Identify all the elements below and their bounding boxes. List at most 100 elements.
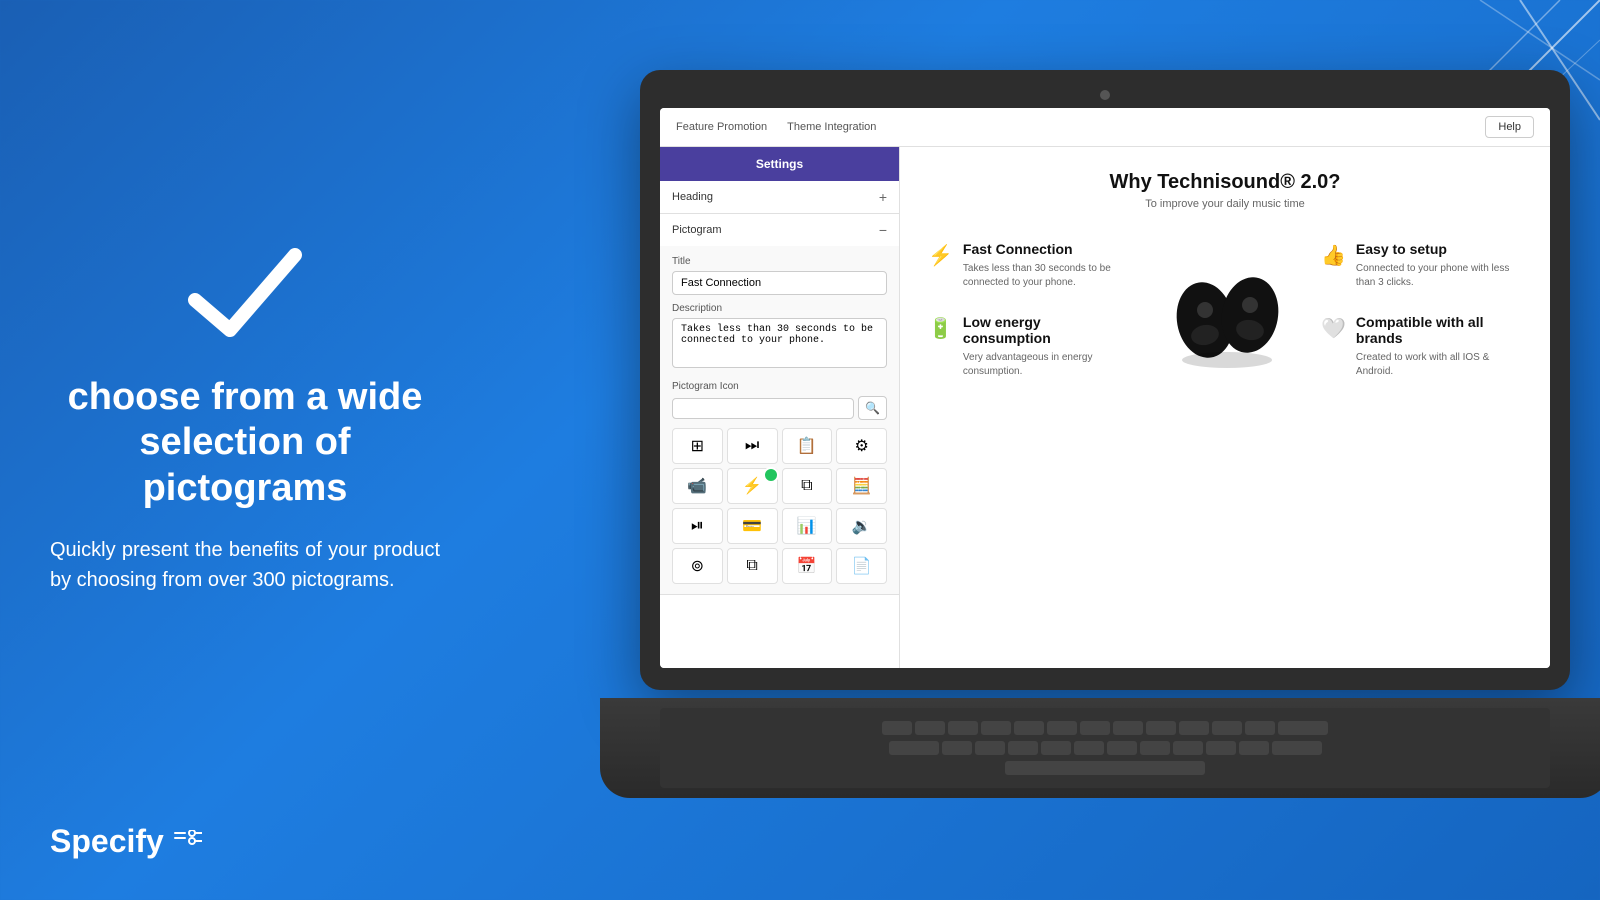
icon-cell-copy[interactable]: ⧉: [782, 468, 833, 504]
product-name: Why Technisound® 2.0?: [928, 171, 1522, 194]
key: [1206, 741, 1236, 755]
key: [1113, 721, 1143, 735]
icon-cell-settings[interactable]: ⚙: [836, 428, 887, 464]
feature-compatible: 🤍 Compatible with all brands Created to …: [1321, 314, 1522, 380]
key: [1278, 721, 1328, 735]
icon-cell-doc[interactable]: 📄: [836, 548, 887, 584]
key: [1140, 741, 1170, 755]
key-row-2: [670, 741, 1540, 755]
feature-fast-connection: ⚡ Fast Connection Takes less than 30 sec…: [928, 241, 1129, 290]
sub-text: Quickly present the benefits of your pro…: [50, 535, 440, 595]
laptop-base: [600, 698, 1600, 798]
logo-icon: [174, 830, 204, 854]
icon-search-row: 🔍: [672, 396, 887, 420]
app-body: Settings Heading + Pictogram: [660, 147, 1550, 668]
compatible-title: Compatible with all brands: [1356, 314, 1522, 348]
left-panel: choose from a wide selection of pictogra…: [0, 0, 490, 900]
nav-theme-integration[interactable]: Theme Integration: [787, 121, 876, 133]
logo-text: Specify: [50, 823, 164, 860]
icon-cell-clipboard[interactable]: 📋: [782, 428, 833, 464]
product-title: Why Technisound® 2.0? To improve your da…: [928, 171, 1522, 210]
key-row-1: [670, 721, 1540, 735]
icon-label: Pictogram Icon: [672, 381, 887, 392]
pictogram-section: Pictogram − Title Description Takes less…: [660, 214, 899, 595]
key: [889, 741, 939, 755]
compatible-icon: 🤍: [1321, 316, 1346, 341]
key: [1146, 721, 1176, 735]
laptop: Feature Promotion Theme Integration Help…: [640, 70, 1600, 890]
icon-cell-calendar[interactable]: 📅: [782, 548, 833, 584]
main-heading: choose from a wide selection of pictogra…: [50, 375, 440, 512]
nav-feature-promotion[interactable]: Feature Promotion: [676, 121, 767, 133]
key: [1173, 741, 1203, 755]
low-energy-text: Low energy consumption Very advantageous…: [963, 314, 1129, 380]
icon-cell-forward[interactable]: ⏭: [727, 428, 778, 464]
earbuds-svg: [1155, 240, 1295, 380]
low-energy-title: Low energy consumption: [963, 314, 1129, 348]
laptop-keyboard: [660, 708, 1550, 788]
laptop-bezel: Feature Promotion Theme Integration Help…: [640, 70, 1570, 690]
key: [1272, 741, 1322, 755]
description-textarea[interactable]: Takes less than 30 seconds to be connect…: [672, 318, 887, 368]
icon-cell-chart[interactable]: 📊: [782, 508, 833, 544]
fast-connection-text: Fast Connection Takes less than 30 secon…: [963, 241, 1129, 290]
key: [1212, 721, 1242, 735]
key: [948, 721, 978, 735]
app-header: Feature Promotion Theme Integration Help: [660, 108, 1550, 147]
help-button[interactable]: Help: [1485, 116, 1534, 138]
compatible-text: Compatible with all brands Created to wo…: [1356, 314, 1522, 380]
spacebar: [1005, 761, 1205, 775]
fast-connection-icon: ⚡: [928, 243, 953, 268]
low-energy-icon: 🔋: [928, 316, 953, 341]
features-left: ⚡ Fast Connection Takes less than 30 sec…: [928, 241, 1129, 379]
key: [1179, 721, 1209, 735]
app-content: Why Technisound® 2.0? To improve your da…: [900, 147, 1550, 668]
icon-cell-circle[interactable]: ⊚: [672, 548, 723, 584]
keyboard-rows: [660, 715, 1550, 781]
easy-setup-icon: 👍: [1321, 243, 1346, 268]
app-sidebar: Settings Heading + Pictogram: [660, 147, 900, 668]
heading-label: Heading: [672, 191, 713, 203]
laptop-screen: Feature Promotion Theme Integration Help…: [660, 108, 1550, 668]
icon-search-button[interactable]: 🔍: [858, 396, 887, 420]
fast-connection-desc: Takes less than 30 seconds to be connect…: [963, 262, 1129, 290]
title-label: Title: [672, 256, 887, 267]
product-image: [1145, 230, 1305, 390]
key-row-3: [670, 761, 1540, 775]
features-right: 👍 Easy to setup Connected to your phone …: [1321, 241, 1522, 379]
heading-section-header[interactable]: Heading +: [660, 181, 899, 213]
compatible-desc: Created to work with all IOS & Android.: [1356, 351, 1522, 379]
icon-cell-play[interactable]: ⏯: [672, 508, 723, 544]
pictogram-collapse-icon: −: [879, 222, 887, 238]
title-input[interactable]: [672, 271, 887, 295]
icon-cell-grid[interactable]: ⊞: [672, 428, 723, 464]
key: [882, 721, 912, 735]
heading-expand-icon: +: [879, 189, 887, 205]
feature-easy-setup: 👍 Easy to setup Connected to your phone …: [1321, 241, 1522, 290]
key: [975, 741, 1005, 755]
pictogram-section-header[interactable]: Pictogram −: [660, 214, 899, 246]
easy-setup-text: Easy to setup Connected to your phone wi…: [1356, 241, 1522, 290]
app-nav: Feature Promotion Theme Integration: [676, 121, 876, 133]
icon-cell-layers[interactable]: ⧉: [727, 548, 778, 584]
icon-cell-card[interactable]: 💳: [727, 508, 778, 544]
icon-search-input[interactable]: [672, 398, 854, 419]
product-subtitle: To improve your daily music time: [928, 198, 1522, 210]
easy-setup-desc: Connected to your phone with less than 3…: [1356, 262, 1522, 290]
features-grid: ⚡ Fast Connection Takes less than 30 sec…: [928, 230, 1522, 390]
icon-cell-volume[interactable]: 🔉: [836, 508, 887, 544]
key: [1074, 741, 1104, 755]
description-label: Description: [672, 303, 887, 314]
pictogram-expanded: Title Description Takes less than 30 sec…: [660, 246, 899, 594]
settings-button[interactable]: Settings: [660, 147, 899, 181]
key: [1008, 741, 1038, 755]
logo: Specify: [50, 823, 204, 860]
icon-cell-flash[interactable]: ⚡: [727, 468, 778, 504]
icon-grid: ⊞ ⏭ 📋 ⚙ 📹 ⚡ ⧉ 🧮 ⏯ 💳: [672, 428, 887, 584]
key: [1245, 721, 1275, 735]
feature-low-energy: 🔋 Low energy consumption Very advantageo…: [928, 314, 1129, 380]
icon-cell-camera[interactable]: 📹: [672, 468, 723, 504]
checkmark-icon: [185, 245, 305, 345]
icon-cell-calc[interactable]: 🧮: [836, 468, 887, 504]
key: [981, 721, 1011, 735]
